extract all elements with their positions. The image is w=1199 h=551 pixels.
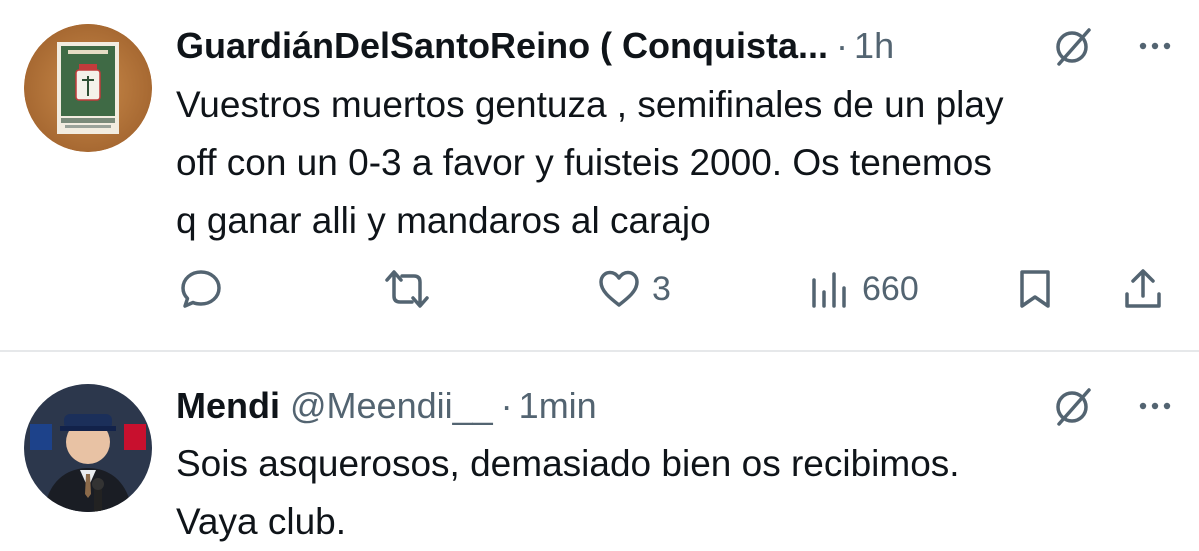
timestamp[interactable]: 1min (519, 385, 597, 427)
tweet-text: Sois asquerosos, demasiado bien os recib… (176, 443, 960, 542)
display-name[interactable]: GuardiánDelSantoReino ( Conquista... (176, 25, 828, 67)
bookmark-icon (1020, 270, 1050, 308)
separator-dot: · (836, 25, 849, 66)
reply-icon (181, 270, 221, 308)
like-button[interactable]: 3 (596, 262, 671, 316)
share-icon (1125, 269, 1161, 308)
more-options-icon[interactable] (1135, 26, 1175, 66)
timestamp[interactable]: 1h (854, 25, 894, 67)
views-chart-icon (812, 272, 846, 308)
separator-dot: · (500, 385, 513, 426)
more-options-icon[interactable] (1135, 386, 1175, 426)
user-handle[interactable]: @Meendii__ (290, 385, 493, 427)
avatar[interactable] (24, 24, 152, 152)
reply-button[interactable] (178, 262, 224, 316)
views-count: 660 (862, 269, 919, 308)
tweet-header: GuardiánDelSantoReino ( Conquista... · 1… (176, 24, 1175, 68)
views-button[interactable]: 660 (806, 262, 919, 316)
nba-player-photo-avatar (24, 384, 152, 512)
like-count: 3 (652, 269, 671, 308)
share-button[interactable] (1120, 262, 1166, 316)
action-bar: 3 660 (176, 262, 1175, 316)
retweet-icon (385, 270, 429, 308)
real-jaen-crest-avatar (24, 24, 152, 152)
avatar[interactable] (24, 384, 152, 512)
bookmark-button[interactable] (1012, 262, 1058, 316)
grok-icon[interactable] (1051, 384, 1095, 428)
tweet[interactable]: Mendi @Meendii__ · 1min Sois asquerosos,… (0, 352, 1199, 546)
heart-icon (599, 270, 639, 307)
tweet-text: Vuestros muertos gentuza , semifinales d… (176, 84, 1004, 241)
grok-icon[interactable] (1051, 24, 1095, 68)
display-name[interactable]: Mendi (176, 385, 280, 427)
tweet-header: Mendi @Meendii__ · 1min (176, 384, 1175, 428)
retweet-button[interactable] (382, 262, 432, 316)
tweet[interactable]: GuardiánDelSantoReino ( Conquista... · 1… (0, 0, 1199, 350)
